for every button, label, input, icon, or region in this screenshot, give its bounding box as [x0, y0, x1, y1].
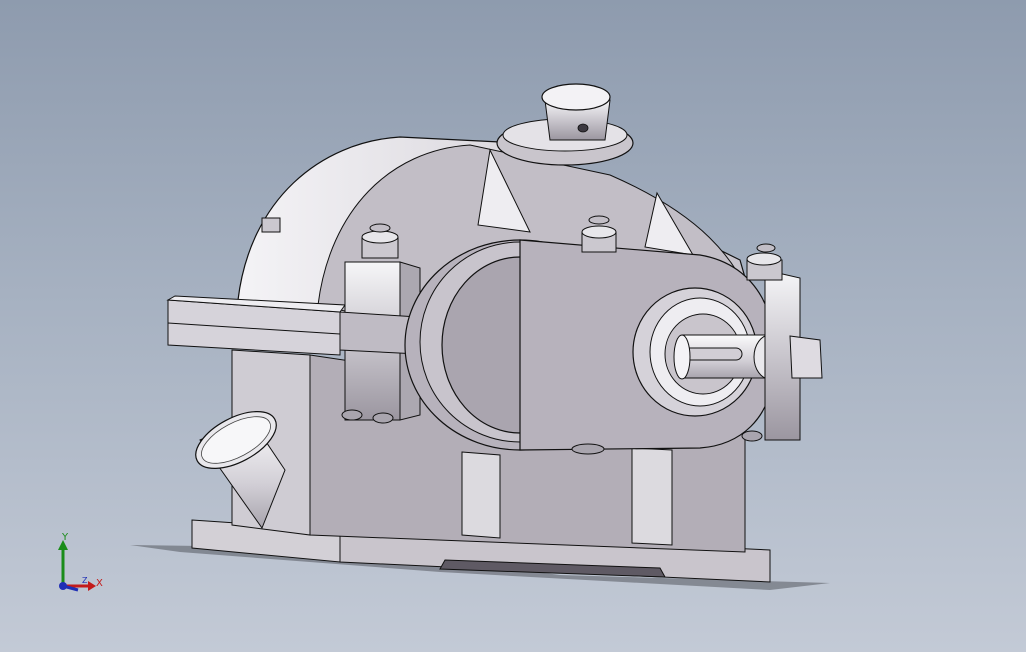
- vent-plug-cap: [541, 83, 611, 111]
- orientation-triad: [58, 540, 96, 592]
- y-axis-label: Y: [62, 532, 69, 543]
- cad-graphics-viewport[interactable]: Y Z X: [0, 0, 1026, 652]
- triad-origin: [59, 582, 67, 590]
- z-axis-label: Z: [82, 576, 88, 585]
- x-axis-label: X: [96, 578, 103, 589]
- front-rib-right: [631, 447, 673, 546]
- right-flange-tip: [789, 335, 823, 379]
- x-axis-arrow: [88, 581, 96, 591]
- front-rib-left: [461, 451, 501, 539]
- shaft-keyway: [681, 347, 743, 361]
- vent-hole: [577, 123, 589, 133]
- gearbox-3d-model[interactable]: [0, 0, 1026, 652]
